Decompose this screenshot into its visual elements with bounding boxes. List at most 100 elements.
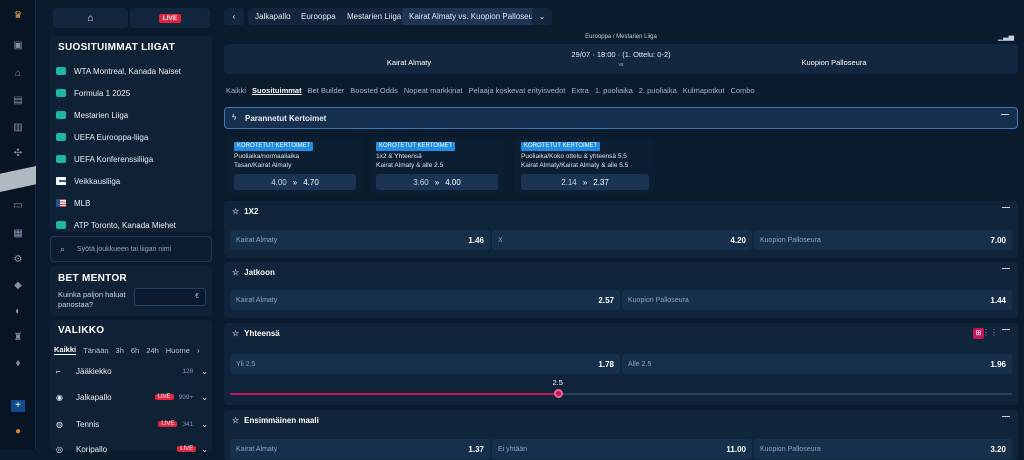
bank-icon[interactable]: ⌂ [11, 68, 25, 80]
collapse-icon[interactable] [1002, 416, 1010, 417]
competition-name: Eurooppa / Mestarien Liiga [585, 34, 657, 40]
league-item[interactable]: Formula 1 2025 [56, 82, 130, 104]
sport-item[interactable]: ◉ Jalkapallo LIVE 999+ ⌄ [56, 388, 208, 406]
settings-icon[interactable]: ⚙ [11, 254, 25, 266]
odds-button[interactable]: Kuopion Palloseura 7.00 [754, 230, 1012, 250]
search-input[interactable]: Syötä joukkueen tai liigan nimi [77, 246, 171, 253]
odds-button[interactable]: Kairat Almaty 1.46 [230, 230, 490, 250]
boosted-odds-button[interactable]: 4.00» 4.70 [234, 174, 356, 190]
time-filter[interactable]: 3h [116, 346, 124, 355]
stake-input[interactable]: € [134, 288, 206, 306]
star-icon[interactable]: ☆ [232, 416, 239, 425]
market-tab[interactable]: Pelaaja koskevat erityisvedot [469, 86, 566, 95]
collapse-icon[interactable] [1001, 114, 1009, 115]
slider-fill [230, 393, 559, 395]
chevron-right-icon[interactable]: › [197, 346, 200, 355]
league-item[interactable]: UEFA Konferenssiliiga [56, 148, 153, 170]
market-tab-active[interactable]: Suosituimmat [252, 86, 302, 95]
star-icon[interactable]: ☆ [232, 268, 239, 277]
league-item[interactable]: MLB [56, 192, 90, 214]
home-button[interactable]: ⌂ [53, 8, 128, 28]
odds-button[interactable]: Yli 2.5 1.78 [230, 354, 620, 374]
market-tab[interactable]: Nopeat markkinat [404, 86, 463, 95]
document-icon[interactable]: ▤ [11, 95, 25, 107]
boosted-card[interactable]: KOROTETUT KERTOIMET 1x2 & Yhteensä Kaira… [370, 137, 504, 193]
market-header[interactable]: ☆ Ensimmäinen maali [224, 410, 1018, 431]
sport-item[interactable]: ⌐ Jääkiekko 128 ⌄ [56, 362, 208, 380]
odds-button[interactable]: Kuopion Palloseura 1.44 [622, 290, 1012, 310]
breadcrumb-item[interactable]: Jalkapallo [248, 8, 298, 25]
league-item[interactable]: Mestarien Liiga [56, 104, 128, 126]
boosted-odds-button[interactable]: 2.14» 2.37 [521, 174, 649, 190]
odds-button[interactable]: Kairat Almaty 1.37 [230, 439, 490, 459]
league-item[interactable]: UEFA Eurooppa-liiga [56, 126, 148, 148]
promo-icon[interactable] [0, 166, 36, 192]
chat-icon[interactable]: ◐ [11, 306, 25, 318]
star-icon[interactable]: ☆ [232, 329, 239, 338]
scoreboard[interactable]: 29/07 · 18:00 · (1. Ottelu: 0-2) Kairat … [224, 44, 1018, 74]
chevron-left-icon: ‹ [232, 12, 236, 21]
league-item[interactable]: ATP Toronto, Kanada Miehet [56, 214, 176, 236]
market-tab[interactable]: Combo [730, 86, 754, 95]
time-filter[interactable]: Huome [166, 346, 190, 355]
list-view-icon[interactable]: ⋮⋮ [982, 328, 998, 337]
card-icon[interactable]: ▭ [11, 200, 25, 212]
collapse-icon[interactable] [1002, 268, 1010, 269]
stats-icon[interactable]: ▁▃▅ [998, 33, 1014, 41]
flag-fi-icon[interactable]: + [11, 400, 25, 412]
boosted-card[interactable]: KOROTETUT KERTOIMET Puoliaika/Koko ottel… [515, 137, 655, 193]
star-icon[interactable]: ☆ [232, 207, 239, 216]
market-tab[interactable]: Kulmapotkut [683, 86, 725, 95]
collapse-icon[interactable] [1002, 329, 1010, 330]
coin-icon[interactable]: ● [11, 426, 25, 438]
odds-button[interactable]: Kuopion Palloseura 3.20 [754, 439, 1012, 459]
market-tab[interactable]: Bet Builder [308, 86, 345, 95]
back-button[interactable]: ‹ [224, 8, 244, 25]
breadcrumb-item[interactable]: Mestarien Liiga [340, 8, 409, 25]
market-header[interactable]: ☆ Jatkoon [224, 262, 1018, 283]
breadcrumb-dropdown[interactable]: ⌄ [532, 8, 552, 25]
market-tab[interactable]: Boosted Odds [350, 86, 398, 95]
market-tab[interactable]: Kaikki [226, 86, 246, 95]
bet-icon[interactable]: ▥ [11, 122, 25, 134]
odds-button[interactable]: X 4.20 [492, 230, 752, 250]
gem-icon[interactable]: ♦ [11, 358, 25, 370]
slider-handle[interactable] [553, 389, 563, 398]
league-item[interactable]: WTA Montreal, Kanada Naiset [56, 60, 181, 82]
football-icon [56, 111, 66, 119]
sport-item[interactable]: ◎ Koripallo LIVE ⌄ [56, 440, 208, 458]
cash-icon[interactable]: ▦ [11, 228, 25, 240]
boosted-card[interactable]: KOROTETUT KERTOIMET Puoliaika/normaaliai… [228, 137, 362, 193]
lightning-icon: ϟ [232, 113, 237, 122]
boosted-odds-button[interactable]: 3.60» 4.00 [376, 174, 498, 190]
total-line-slider[interactable]: 2.5 [230, 378, 1012, 398]
diamond-icon[interactable]: ◆ [11, 280, 25, 292]
breadcrumb-item[interactable]: Eurooppa [294, 8, 343, 25]
market-tab[interactable]: Extra [571, 86, 589, 95]
enhanced-odds-header[interactable]: ϟ Parannetut Kertoimet [224, 107, 1018, 129]
sport-item[interactable]: ◍ Tennis LIVE 341 ⌄ [56, 415, 208, 433]
live-button[interactable]: LIVE [130, 8, 210, 28]
puzzle-icon[interactable]: ✣ [11, 148, 25, 160]
time-filter[interactable]: 24h [146, 346, 159, 355]
time-filter[interactable]: Tänään [83, 346, 108, 355]
breadcrumb-item[interactable]: Kairat Almaty vs. Kuopion Palloseura [402, 8, 548, 25]
market-header[interactable]: ☆ Yhteensä [224, 323, 1018, 344]
market-tab[interactable]: 2. puoliaika [639, 86, 677, 95]
odds-button[interactable]: Kairat Almaty 2.57 [230, 290, 620, 310]
crown-icon[interactable]: ♜ [11, 332, 25, 344]
league-search[interactable]: ⌕ Syötä joukkueen tai liigan nimi [50, 236, 212, 262]
collapse-icon[interactable] [1002, 207, 1010, 208]
trophy-icon[interactable]: ♛ [11, 10, 25, 22]
hockey-icon: ⌐ [56, 366, 61, 376]
market-tab[interactable]: 1. puoliaika [595, 86, 633, 95]
football-icon [56, 133, 66, 141]
time-filter[interactable]: 6h [131, 346, 139, 355]
gift-icon[interactable]: ▣ [11, 40, 25, 52]
odds-button[interactable]: Alle 2.5 1.96 [622, 354, 1012, 374]
market-header[interactable]: ☆ 1X2 [224, 201, 1018, 222]
time-filter[interactable]: Kaikki [54, 345, 77, 355]
icon-rail: ♛ ▣ ⌂ ▤ ▥ ✣ ▭ ▦ ⚙ ◆ ◐ ♜ ♦ + ● [0, 0, 36, 450]
odds-button[interactable]: Ei yhtään 11.00 [492, 439, 752, 459]
league-item[interactable]: Veikkausliiga [56, 170, 120, 192]
